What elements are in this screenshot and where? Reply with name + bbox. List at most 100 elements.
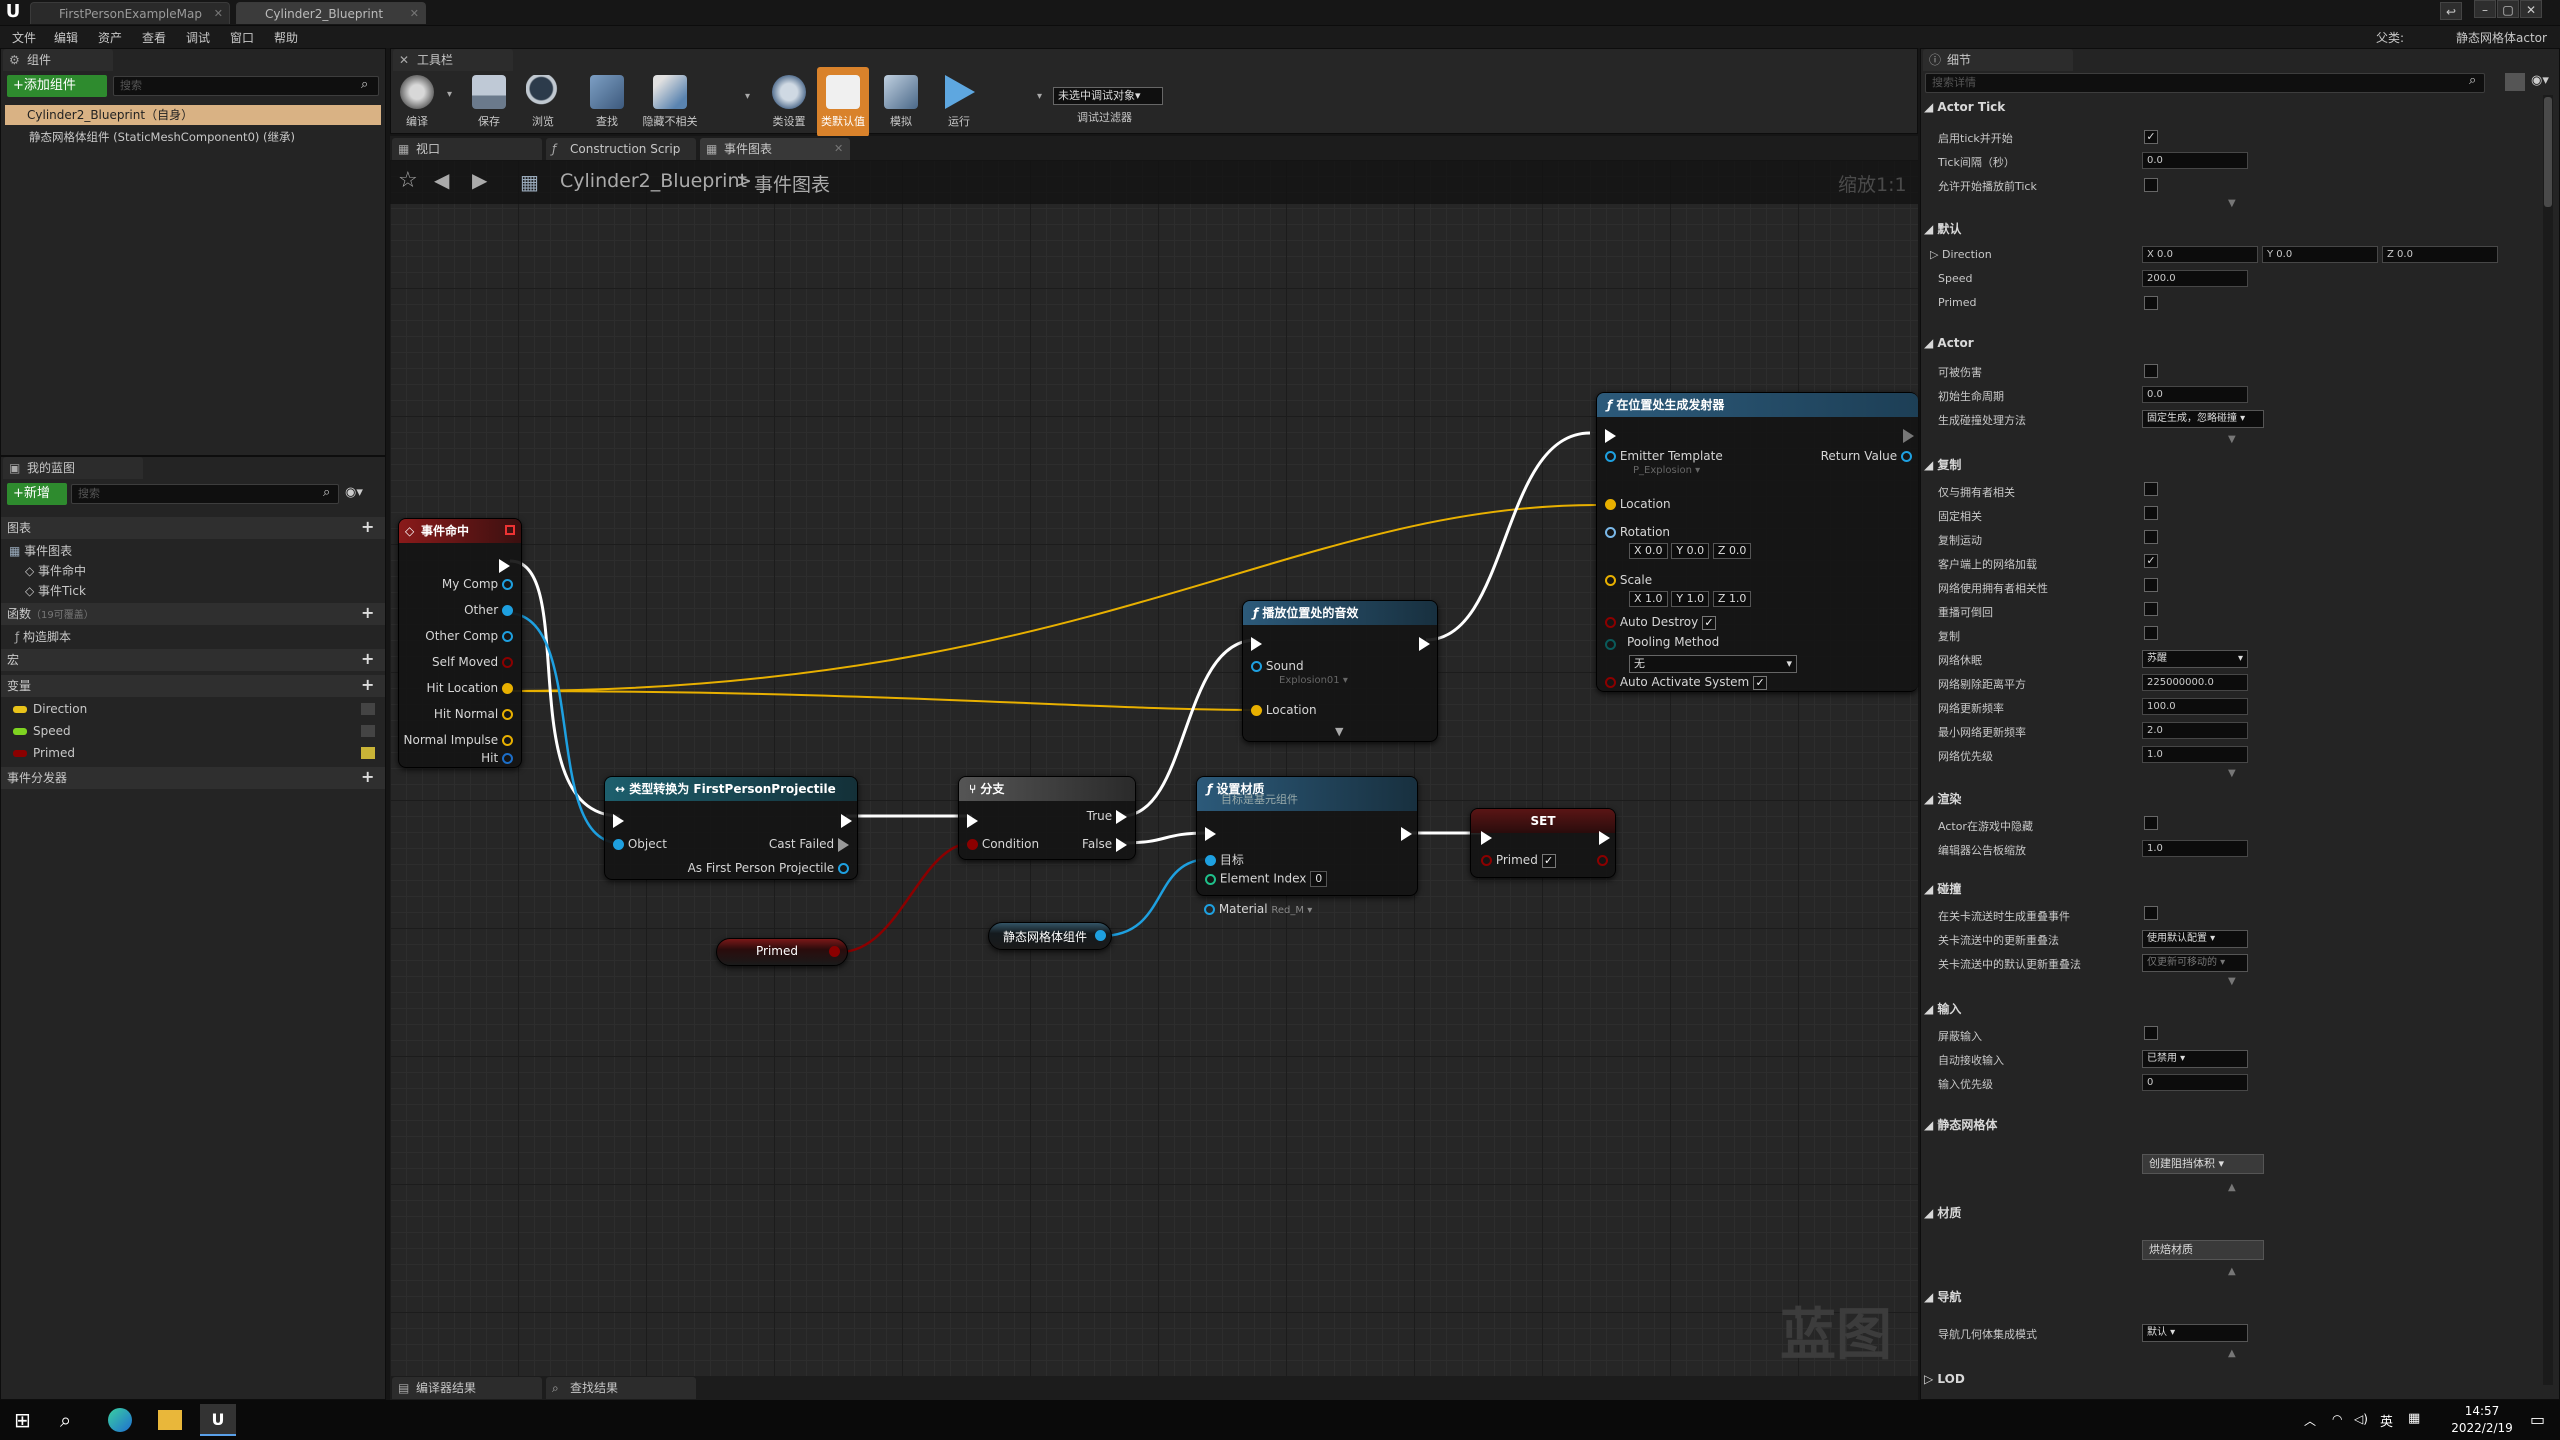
eye-icon[interactable]: ◉▾: [2531, 73, 2549, 88]
construction-script-item[interactable]: ƒ 构造脚本: [15, 627, 365, 647]
emitter-dropdown[interactable]: P_Explosion ▾: [1633, 465, 1700, 476]
primed-checkbox[interactable]: [2144, 296, 2158, 310]
speed-input[interactable]: 200.0: [2142, 270, 2248, 287]
tab-find-results[interactable]: ⌕ 查找结果: [546, 1377, 696, 1399]
element-index-input[interactable]: 0: [1310, 871, 1328, 887]
clock-time[interactable]: 14:57: [2452, 1404, 2512, 1418]
details-search-input[interactable]: 搜索详情: [1925, 73, 2485, 93]
tab-construction-script[interactable]: ƒ Construction Scrip: [546, 138, 696, 160]
details-scrollbar[interactable]: [2543, 95, 2553, 1385]
play-button[interactable]: 运行: [933, 67, 985, 137]
tick-interval-input[interactable]: 0.0: [2142, 152, 2248, 169]
component-mesh-item[interactable]: 静态网格体组件 (StaticMeshComponent0) (继承): [29, 127, 379, 147]
create-blocking-volume-button[interactable]: 创建阻挡体积 ▾: [2142, 1154, 2264, 1174]
menu-help[interactable]: 帮助: [274, 29, 298, 46]
tick-before-checkbox[interactable]: [2144, 178, 2158, 192]
scale-z-input[interactable]: Z 1.0: [1712, 591, 1752, 607]
pin-normal-impulse[interactable]: Normal Impulse: [404, 733, 513, 747]
exec-in-pin[interactable]: [613, 810, 624, 829]
new-button[interactable]: +新增: [7, 483, 67, 505]
auto-activate-checkbox[interactable]: ✓: [1753, 675, 1768, 690]
pin-as-fpp[interactable]: As First Person Projectile: [688, 861, 849, 875]
node-spawn-emitter[interactable]: ƒ 在位置处生成发射器 Emitter Template P_Explosion…: [1596, 392, 1918, 692]
browse-button[interactable]: 浏览: [517, 67, 569, 137]
pin-true[interactable]: True: [1087, 809, 1127, 824]
section-collision[interactable]: ◢ 碰撞: [1924, 880, 1961, 897]
default-overlap-dropdown[interactable]: 仅更新可移动的 ▾: [2142, 954, 2248, 972]
close-icon[interactable]: ✕: [834, 138, 843, 160]
exec-in-pin[interactable]: [1481, 827, 1492, 846]
exec-out-pin[interactable]: [1401, 823, 1412, 842]
always-relevant-checkbox[interactable]: [2144, 506, 2158, 520]
menu-view[interactable]: 查看: [142, 29, 166, 46]
volume-icon[interactable]: ◁): [2354, 1412, 2368, 1426]
pin-self-moved[interactable]: Self Moved: [432, 655, 513, 669]
net-cull-input[interactable]: 225000000.0: [2142, 674, 2248, 691]
exec-out-pin[interactable]: [499, 555, 510, 574]
pin-hit[interactable]: Hit: [481, 751, 513, 765]
pin-target[interactable]: 目标: [1205, 851, 1244, 868]
my-blueprint-search-input[interactable]: 搜索: [71, 484, 339, 504]
pin-other-comp[interactable]: Other Comp: [425, 629, 513, 643]
search-icon[interactable]: ⌕: [60, 1408, 71, 1432]
collapse-expander-icon[interactable]: ▲: [2228, 1266, 2236, 1277]
exec-out-pin[interactable]: [1419, 633, 1430, 652]
tab-event-graph[interactable]: ▦ 事件图表 ✕: [700, 138, 850, 160]
tick-start-checkbox[interactable]: ✓: [2144, 130, 2158, 144]
exec-in-pin[interactable]: [967, 810, 978, 829]
eye-closed-icon[interactable]: [361, 725, 375, 737]
class-defaults-button[interactable]: 类默认值: [817, 67, 869, 137]
node-cast[interactable]: ↔ 类型转换为 FirstPersonProjectile Object Cas…: [604, 776, 858, 880]
windows-start-icon[interactable]: ⊞: [14, 1408, 31, 1432]
exec-out-pin[interactable]: [1599, 827, 1610, 846]
close-icon[interactable]: ✕: [214, 3, 223, 25]
source-control-icon[interactable]: ↩: [2440, 2, 2462, 20]
nav-gather-dropdown[interactable]: 默认 ▾: [2142, 1324, 2248, 1342]
parent-class-value[interactable]: 静态网格体actor: [2456, 29, 2547, 46]
close-icon[interactable]: ✕: [410, 3, 419, 25]
macros-section[interactable]: 宏 +: [1, 649, 385, 671]
section-input[interactable]: ◢ 输入: [1924, 1000, 1961, 1017]
rotation-x-input[interactable]: X 0.0: [1629, 543, 1668, 559]
can-be-damaged-checkbox[interactable]: [2144, 364, 2158, 378]
compile-button[interactable]: 编译: [391, 67, 443, 137]
input-priority-input[interactable]: 0: [2142, 1074, 2248, 1091]
exec-in-pin[interactable]: [1251, 633, 1262, 652]
add-graph-icon[interactable]: +: [361, 516, 374, 538]
maximize-icon[interactable]: ▢: [2497, 0, 2519, 18]
net-owner-relevancy-checkbox[interactable]: [2144, 578, 2158, 592]
pin-sound[interactable]: Sound: [1251, 659, 1304, 673]
pin-rotation[interactable]: Rotation: [1605, 525, 1670, 539]
eye-open-icon[interactable]: [361, 747, 375, 759]
debug-object-dropdown[interactable]: 未选中调试对象▾: [1053, 87, 1163, 105]
my-blueprint-tab[interactable]: ▣ 我的蓝图: [3, 457, 143, 479]
property-matrix-icon[interactable]: [2505, 73, 2525, 91]
advanced-chevron-icon[interactable]: ▼: [1335, 725, 1343, 738]
section-actor-tick[interactable]: ◢ Actor Tick: [1924, 100, 2005, 114]
section-static-mesh[interactable]: ◢ 静态网格体: [1924, 1116, 1997, 1133]
graphs-section[interactable]: 图表 +: [1, 517, 385, 539]
pin-object[interactable]: Object: [613, 837, 667, 851]
exec-out-pin[interactable]: [1903, 425, 1914, 444]
advanced-expander-icon[interactable]: ▼: [2228, 198, 2236, 209]
chevron-down-icon[interactable]: ▾: [1037, 91, 1042, 102]
min-net-update-input[interactable]: 2.0: [2142, 722, 2248, 739]
pin-location[interactable]: Location: [1251, 703, 1317, 717]
lifespan-input[interactable]: 0.0: [2142, 386, 2248, 403]
rotation-z-input[interactable]: Z 0.0: [1712, 543, 1752, 559]
component-root-item[interactable]: Cylinder2_Blueprint（自身）: [5, 105, 381, 125]
menu-edit[interactable]: 编辑: [54, 29, 78, 46]
tray-chevron-icon[interactable]: ︿: [2304, 1412, 2316, 1429]
event-tick-item[interactable]: ◇ 事件Tick: [25, 581, 375, 601]
delegate-pin-icon[interactable]: [505, 525, 515, 535]
direction-x-input[interactable]: X 0.0: [2142, 246, 2258, 263]
add-variable-icon[interactable]: +: [361, 674, 374, 696]
event-hit-item[interactable]: ◇ 事件命中: [25, 561, 375, 581]
components-search-input[interactable]: 搜索: [113, 76, 379, 96]
tab-compiler-results[interactable]: ▤ 编译器结果: [392, 1377, 542, 1399]
menu-debug[interactable]: 调试: [186, 29, 210, 46]
pin-material[interactable]: Material Red_M ▾: [1204, 902, 1312, 916]
details-tab[interactable]: ⓘ 细节: [1923, 49, 2073, 71]
section-replication[interactable]: ◢ 复制: [1924, 456, 1961, 473]
section-rendering[interactable]: ◢ 渲染: [1924, 790, 1961, 807]
